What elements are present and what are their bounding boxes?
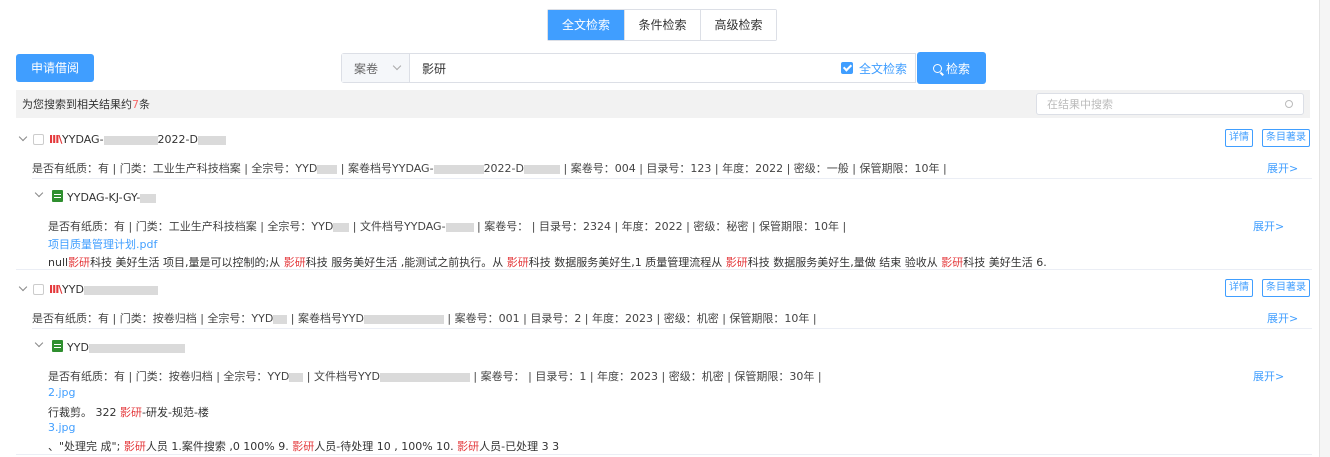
masked-text (273, 314, 288, 324)
masked-text (445, 222, 474, 232)
search-icon (1285, 100, 1293, 108)
highlighted-keyword: 影研 (292, 440, 315, 453)
snippet-text: 、"处理完 成"; (48, 440, 124, 453)
catalog-button[interactable]: 条目著录 (1262, 279, 1310, 297)
content-snippet: 、"处理完 成"; 影研人员 1.案件搜索 ,0 100% 9. 影研人员-待处… (48, 438, 559, 454)
highlighted-keyword: 影研 (120, 406, 142, 419)
record-checkbox[interactable] (33, 134, 44, 145)
archive-volume-icon: Ⅲ\ (49, 133, 62, 146)
vertical-scrollbar[interactable] (1319, 0, 1330, 457)
snippet-text: 行裁剪。 322 (48, 406, 120, 419)
snippet-text: -研发-规范-楼 (142, 406, 209, 419)
chevron-down-icon (392, 61, 402, 71)
expand-link[interactable]: 展开> (1253, 218, 1284, 234)
chevron-down-icon[interactable] (34, 338, 44, 348)
highlighted-keyword: 影研 (457, 440, 480, 453)
chevron-down-icon[interactable] (18, 282, 28, 292)
snippet-text: 科技 服务美好生活 ,能测试之前执行。从 (305, 256, 507, 269)
search-button-label: 检索 (945, 61, 970, 76)
chevron-down-icon[interactable] (18, 132, 28, 142)
masked-text (379, 372, 470, 382)
scope-select-value: 案卷 (354, 61, 379, 76)
chevron-down-icon[interactable] (34, 188, 44, 198)
filter-placeholder: 在结果中搜索 (1047, 98, 1113, 111)
file-title[interactable]: YYD (67, 341, 185, 354)
file-meta: 是否有纸质：有 | 门类：工业生产科技档案 | 全宗号：YYD | 文件档号YY… (48, 220, 847, 233)
scope-select[interactable]: 案卷 (342, 54, 410, 82)
record-checkbox[interactable] (33, 284, 44, 295)
divider (16, 269, 1312, 270)
highlighted-keyword: 影研 (123, 440, 146, 453)
expand-link[interactable]: 展开> (1267, 310, 1298, 326)
content-snippet: null影研科技 美好生活 项目,量是可以控制的;从 影研科技 服务美好生活 ,… (48, 254, 1047, 270)
search-mode-tabs: 全文检索 条件检索 高级检索 (547, 9, 777, 41)
highlighted-keyword: 影研 (506, 256, 529, 269)
masked-text (433, 164, 484, 174)
result-summary-bar: 为您搜索到相关结果约7条 在结果中搜索 (16, 90, 1310, 118)
record-meta: 是否有纸质：有 | 门类：工业生产科技档案 | 全宗号：YYD | 案卷档号YY… (32, 162, 947, 175)
snippet-text: 人员-待处理 10 , 100% 10. (314, 440, 458, 453)
catalog-button[interactable]: 条目著录 (1262, 129, 1310, 147)
content-snippet: 行裁剪。 322 影研-研发-规范-楼 (48, 404, 209, 420)
masked-text (103, 135, 158, 145)
attachment-link[interactable]: 项目质量管理计划.pdf (48, 236, 157, 252)
masked-text (88, 343, 185, 353)
highlighted-keyword: 影研 (725, 256, 748, 269)
masked-text (83, 285, 158, 295)
divider (16, 454, 1312, 455)
file-meta: 是否有纸质：有 | 门类：按卷归档 | 全宗号：YYD | 文件档号YYD | … (48, 370, 822, 383)
tab-advanced[interactable]: 高级检索 (700, 10, 776, 40)
masked-text (197, 135, 226, 145)
record-title[interactable]: YYD (62, 283, 158, 296)
archive-volume-icon: Ⅲ\ (49, 283, 62, 296)
search-panel: 全文检索 条件检索 高级检索 申请借阅 案卷 影研 全文检索 检索 为您搜索到相… (0, 0, 1319, 457)
result-count: 7 (132, 98, 139, 111)
fulltext-checkbox-label: 全文检索 (858, 61, 907, 76)
masked-text (140, 193, 157, 203)
masked-text (289, 372, 304, 382)
apply-borrow-button[interactable]: 申请借阅 (16, 54, 94, 82)
snippet-text: 人员-已处理 3 3 (479, 440, 560, 453)
record-title[interactable]: YYDAG- 2022-D (62, 133, 226, 146)
attachment-link[interactable]: 3.jpg (48, 421, 76, 434)
result-count-text: 为您搜索到相关结果约7条 (22, 98, 150, 111)
detail-button[interactable]: 详情 (1225, 279, 1253, 297)
expand-link[interactable]: 展开> (1253, 368, 1284, 384)
detail-button[interactable]: 详情 (1225, 129, 1253, 147)
masked-text (524, 164, 560, 174)
search-input[interactable]: 影研 (410, 60, 841, 77)
record-meta: 是否有纸质：有 | 门类：按卷归档 | 全宗号：YYD | 案卷档号YYD | … (32, 312, 817, 325)
search-box: 案卷 影研 全文检索 (341, 53, 916, 83)
highlighted-keyword: 影研 (941, 256, 964, 269)
tab-fulltext[interactable]: 全文检索 (548, 10, 624, 40)
search-button[interactable]: 检索 (917, 52, 986, 84)
highlighted-keyword: 影研 (68, 256, 91, 269)
masked-text (317, 164, 338, 174)
fulltext-checkbox[interactable]: 全文检索 (840, 60, 907, 77)
filter-in-results-input[interactable]: 在结果中搜索 (1036, 93, 1304, 115)
masked-text (333, 222, 350, 232)
snippet-text: 人员 1.案件搜索 ,0 100% 9. (145, 440, 293, 453)
checkbox-checked-icon (840, 62, 853, 74)
attachment-link[interactable]: 2.jpg (48, 386, 76, 399)
masked-text (363, 314, 444, 324)
divider (32, 328, 1312, 329)
snippet-text: 科技 美好生活 项目,量是可以控制的;从 (90, 256, 284, 269)
expand-link[interactable]: 展开> (1267, 160, 1298, 176)
file-icon (52, 190, 63, 202)
search-icon (932, 63, 942, 73)
divider (32, 178, 1312, 179)
snippet-text: null (48, 256, 69, 269)
snippet-text: 科技 数据服务美好生,1 质量管理流程从 (528, 256, 726, 269)
file-title[interactable]: YYDAG-KJ-GY- (67, 191, 157, 204)
tab-condition[interactable]: 条件检索 (624, 10, 700, 40)
highlighted-keyword: 影研 (283, 256, 306, 269)
snippet-text: 科技 数据服务美好生,量做 结束 验收从 (747, 256, 942, 269)
file-icon (52, 340, 63, 352)
snippet-text: 科技 美好生活 6. (963, 256, 1047, 269)
